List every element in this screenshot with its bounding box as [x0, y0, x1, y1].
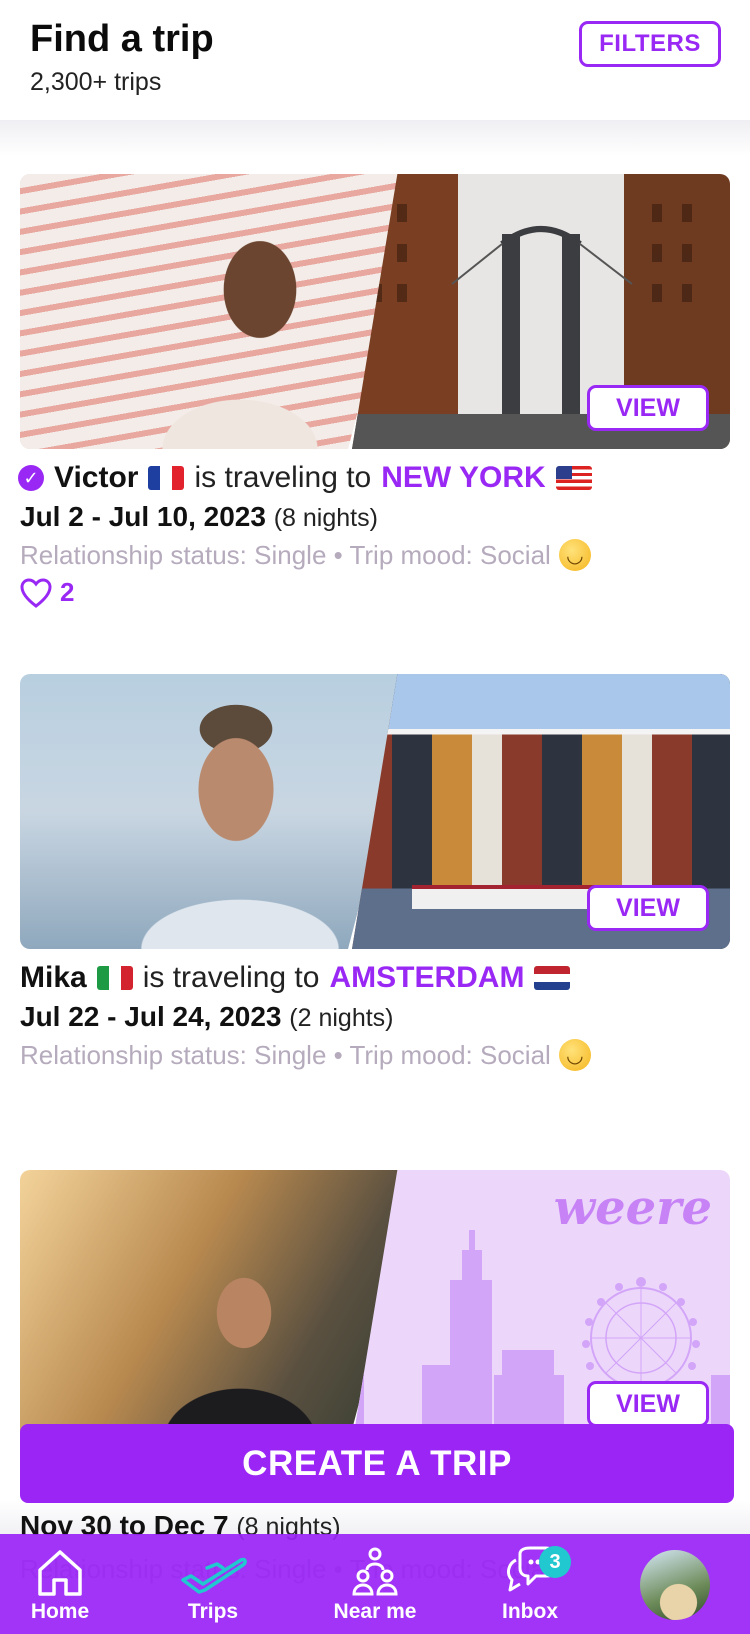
- flag-netherlands-icon: [534, 966, 571, 990]
- trip-details: Relationship status: Single • Trip mood:…: [20, 1039, 551, 1070]
- filters-button[interactable]: FILTERS: [579, 21, 721, 67]
- heart-icon: [20, 577, 52, 608]
- traveler-name[interactable]: Mika: [20, 961, 87, 995]
- page-title: Find a trip: [30, 18, 214, 60]
- unread-badge: 3: [539, 1546, 571, 1578]
- nav-home[interactable]: Home: [0, 1546, 120, 1632]
- header: Find a trip 2,300+ trips FILTERS: [0, 0, 750, 120]
- trip-headline: ✓ Victor is traveling to NEW YORK: [18, 461, 730, 495]
- flag-italy-icon: [96, 966, 133, 990]
- trip-count: 2,300+ trips: [30, 68, 162, 96]
- verified-icon: ✓: [18, 465, 44, 491]
- destination-name: NEW YORK: [381, 461, 546, 494]
- create-trip-button[interactable]: CREATE A TRIP: [20, 1424, 734, 1503]
- destination-name: AMSTERDAM: [329, 961, 525, 994]
- view-button[interactable]: VIEW: [587, 1381, 709, 1427]
- nav-trips[interactable]: Trips: [153, 1546, 273, 1632]
- trip-nights: (2 nights): [289, 1004, 394, 1032]
- flag-usa-icon: [555, 466, 592, 490]
- airplane-icon: [181, 1557, 247, 1594]
- weere-logo: weere: [553, 1180, 712, 1236]
- traveler-name[interactable]: Victor: [54, 461, 138, 495]
- smiley-icon: ◡: [558, 1039, 591, 1071]
- trip-dates-row: Jul 2 - Jul 10, 2023 (8 nights): [20, 501, 730, 533]
- trip-details-row: Relationship status: Single • Trip mood:…: [20, 539, 730, 571]
- nav-near-me[interactable]: Near me: [315, 1546, 435, 1632]
- trip-dates: Jul 2 - Jul 10, 2023: [20, 501, 266, 532]
- trip-card-media[interactable]: weere VIEW: [20, 1170, 730, 1445]
- trip-card[interactable]: weere VIEW: [20, 1170, 730, 1445]
- trip-nights: (8 nights): [273, 504, 378, 532]
- nav-label: Inbox: [502, 1600, 558, 1623]
- header-shadow: [0, 120, 750, 156]
- nav-label: Home: [30, 1600, 90, 1623]
- nav-label: Near me: [333, 1600, 417, 1623]
- nav-label: Trips: [187, 1600, 239, 1623]
- view-button[interactable]: VIEW: [587, 385, 709, 431]
- trip-card-media[interactable]: VIEW: [20, 174, 730, 449]
- trip-headline: Mika is traveling to AMSTERDAM: [20, 961, 730, 995]
- home-icon: [38, 1550, 82, 1596]
- trip-dates-row: Jul 22 - Jul 24, 2023 (2 nights): [20, 1001, 730, 1033]
- traveling-text: is traveling to: [142, 961, 320, 994]
- smiley-icon: ◡: [558, 539, 591, 571]
- trip-details-row: Relationship status: Single • Trip mood:…: [20, 1039, 730, 1071]
- trip-card-media[interactable]: VIEW: [20, 674, 730, 949]
- like-count: 2: [60, 577, 75, 607]
- flag-france-icon: [148, 466, 185, 490]
- trip-card[interactable]: VIEW Mika is traveling to AMSTERDAM Jul …: [20, 674, 730, 1071]
- view-button[interactable]: VIEW: [587, 885, 709, 931]
- profile-avatar[interactable]: [640, 1550, 710, 1620]
- people-icon: [352, 1547, 398, 1596]
- trip-dates: Jul 22 - Jul 24, 2023: [20, 1001, 282, 1032]
- nav-inbox[interactable]: 3 Inbox: [470, 1546, 590, 1632]
- like-button[interactable]: 2: [20, 577, 730, 608]
- trip-card[interactable]: VIEW ✓ Victor is traveling to NEW YORK J…: [18, 174, 730, 608]
- trip-details: Relationship status: Single • Trip mood:…: [20, 539, 551, 570]
- traveling-text: is traveling to: [194, 461, 372, 494]
- bottom-nav: Home Trips Near me 3 Inbox: [0, 1534, 750, 1634]
